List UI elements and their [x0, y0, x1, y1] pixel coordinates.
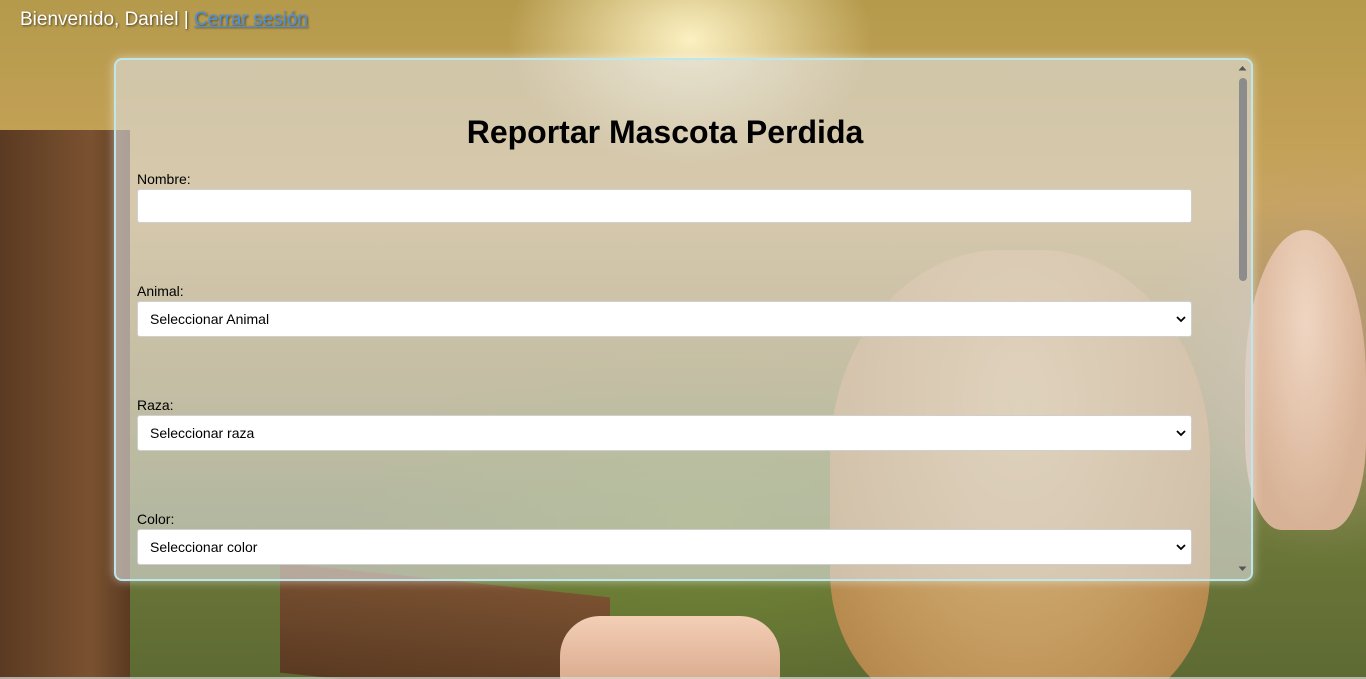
breed-select-value: Seleccionar raza — [150, 425, 255, 441]
name-input[interactable] — [137, 189, 1192, 223]
breed-field-group: Raza: Seleccionar raza — [137, 396, 1193, 451]
separator: | — [178, 9, 194, 30]
scrollbar-thumb[interactable] — [1239, 78, 1247, 281]
chevron-down-icon — [1176, 430, 1186, 437]
color-field-group: Color: Seleccionar color — [137, 510, 1193, 565]
logout-link[interactable]: Cerrar sesión — [194, 9, 308, 30]
form-content: Reportar Mascota Perdida Nombre: Animal:… — [137, 60, 1193, 565]
animal-label: Animal: — [137, 283, 184, 299]
color-select-value: Seleccionar color — [150, 539, 258, 555]
color-select[interactable]: Seleccionar color — [137, 529, 1192, 565]
breed-label: Raza: — [137, 397, 174, 413]
animal-select-value: Seleccionar Animal — [150, 311, 270, 327]
animal-select[interactable]: Seleccionar Animal — [137, 301, 1192, 337]
page-title: Reportar Mascota Perdida — [466, 114, 864, 150]
top-bar: Bienvenido, Daniel | Cerrar sesión — [20, 9, 308, 31]
name-label: Nombre: — [137, 171, 191, 187]
name-field-group: Nombre: — [137, 170, 1193, 223]
color-label: Color: — [137, 511, 175, 527]
background-hand — [560, 616, 780, 679]
panel-scrollbar[interactable] — [1235, 61, 1250, 576]
welcome-text: Bienvenido, Daniel — [20, 9, 179, 30]
triangle-down-icon[interactable] — [1237, 563, 1248, 574]
background-cat — [1245, 230, 1366, 530]
background-person-arm — [0, 130, 130, 679]
triangle-up-icon[interactable] — [1237, 63, 1248, 74]
animal-field-group: Animal: Seleccionar Animal — [137, 282, 1193, 337]
chevron-down-icon — [1176, 316, 1186, 323]
report-form-panel: Reportar Mascota Perdida Nombre: Animal:… — [114, 58, 1253, 581]
breed-select[interactable]: Seleccionar raza — [137, 415, 1192, 451]
chevron-down-icon — [1176, 544, 1186, 551]
